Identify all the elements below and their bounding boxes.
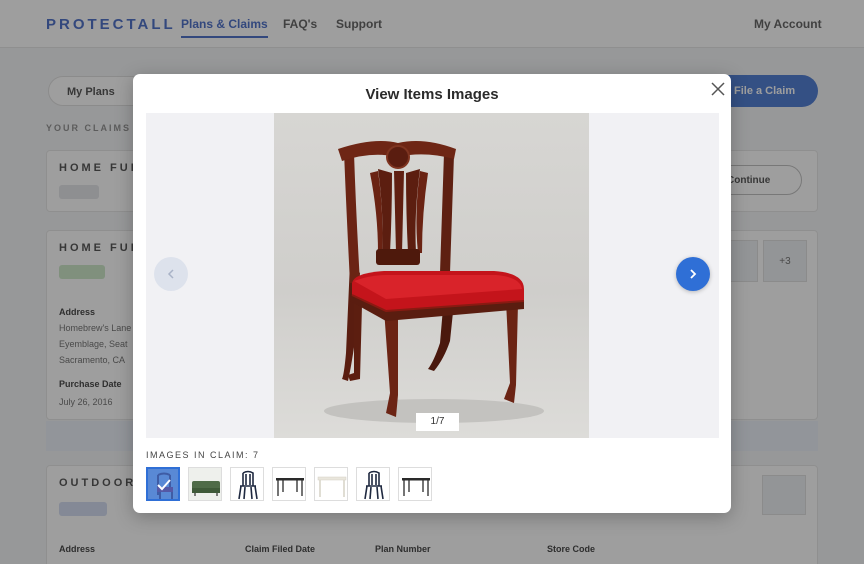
table-icon	[315, 468, 347, 500]
table-icon	[273, 468, 305, 500]
thumbnail-item[interactable]	[314, 467, 348, 501]
sofa-icon	[189, 468, 221, 500]
previous-image-button[interactable]	[154, 257, 188, 291]
selected-overlay	[148, 469, 178, 499]
chair-icon	[357, 468, 389, 500]
thumbnail-item[interactable]	[146, 467, 180, 501]
thumbnail-item[interactable]	[230, 467, 264, 501]
check-icon	[157, 479, 171, 491]
thumbnail-item[interactable]	[398, 467, 432, 501]
thumbnail-item[interactable]	[356, 467, 390, 501]
close-icon[interactable]	[708, 79, 728, 99]
main-item-image	[274, 113, 589, 438]
chair-illustration	[324, 141, 544, 423]
images-in-claim-label: IMAGES IN CLAIM: 7	[146, 450, 260, 460]
chair-icon	[231, 468, 263, 500]
image-viewer: 1/7	[146, 113, 719, 438]
thumbnail-item[interactable]	[188, 467, 222, 501]
table-icon	[399, 468, 431, 500]
image-counter: 1/7	[416, 413, 459, 431]
next-image-button[interactable]	[676, 257, 710, 291]
thumbnail-item[interactable]	[272, 467, 306, 501]
chevron-left-icon	[167, 269, 174, 279]
image-viewer-modal: View Items Images 1/7 IMAGES IN CLAIM: 7	[133, 74, 731, 513]
chevron-right-icon	[690, 269, 697, 279]
modal-title: View Items Images	[365, 86, 499, 103]
